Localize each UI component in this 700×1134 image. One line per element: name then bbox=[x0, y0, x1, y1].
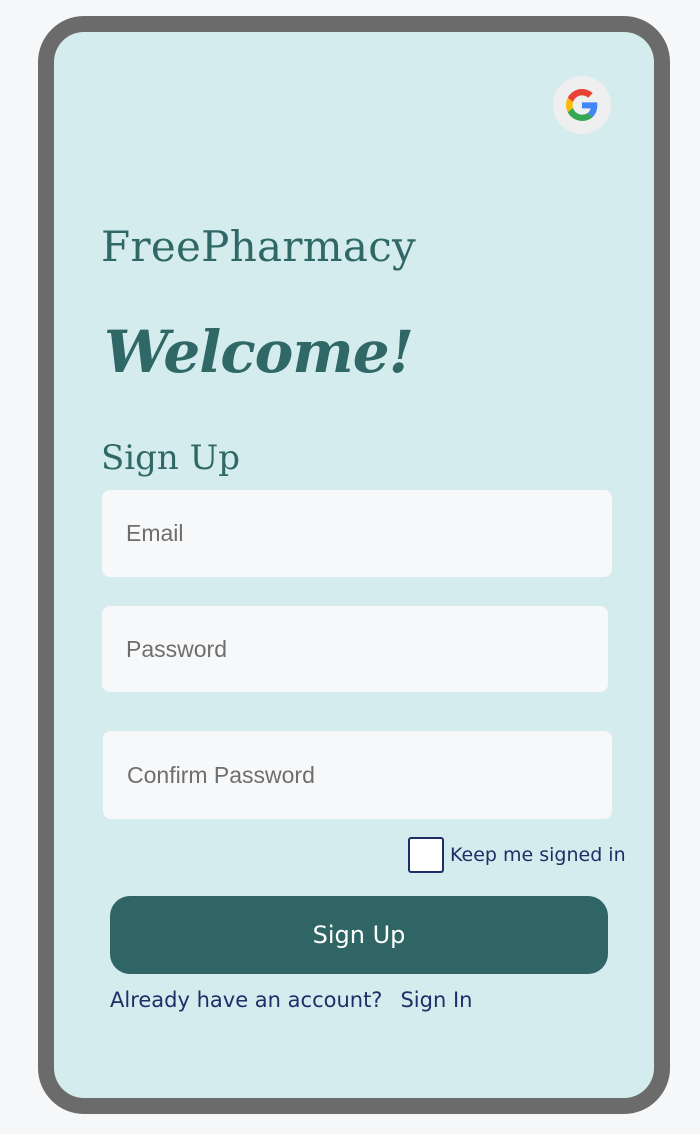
brand-name: FreePharmacy bbox=[101, 222, 417, 271]
signup-button[interactable]: Sign Up bbox=[110, 896, 608, 974]
keep-signed-in-label[interactable]: Keep me signed in bbox=[450, 844, 626, 866]
signin-link[interactable]: Sign In bbox=[400, 988, 472, 1012]
google-signin-button[interactable] bbox=[553, 76, 611, 134]
welcome-heading: Welcome! bbox=[104, 318, 414, 386]
keep-signed-in-row: Keep me signed in bbox=[408, 837, 626, 873]
app-screen: FreePharmacy Welcome! Sign Up Keep me si… bbox=[54, 32, 654, 1098]
device-frame: FreePharmacy Welcome! Sign Up Keep me si… bbox=[38, 16, 670, 1114]
google-icon bbox=[566, 89, 598, 121]
email-field[interactable] bbox=[102, 490, 612, 577]
signup-title: Sign Up bbox=[101, 438, 241, 478]
signin-prompt-row: Already have an account? Sign In bbox=[110, 988, 472, 1012]
password-field[interactable] bbox=[102, 606, 608, 692]
keep-signed-in-checkbox[interactable] bbox=[408, 837, 444, 873]
already-have-account-text: Already have an account? bbox=[110, 988, 383, 1012]
confirm-password-field[interactable] bbox=[103, 731, 612, 819]
